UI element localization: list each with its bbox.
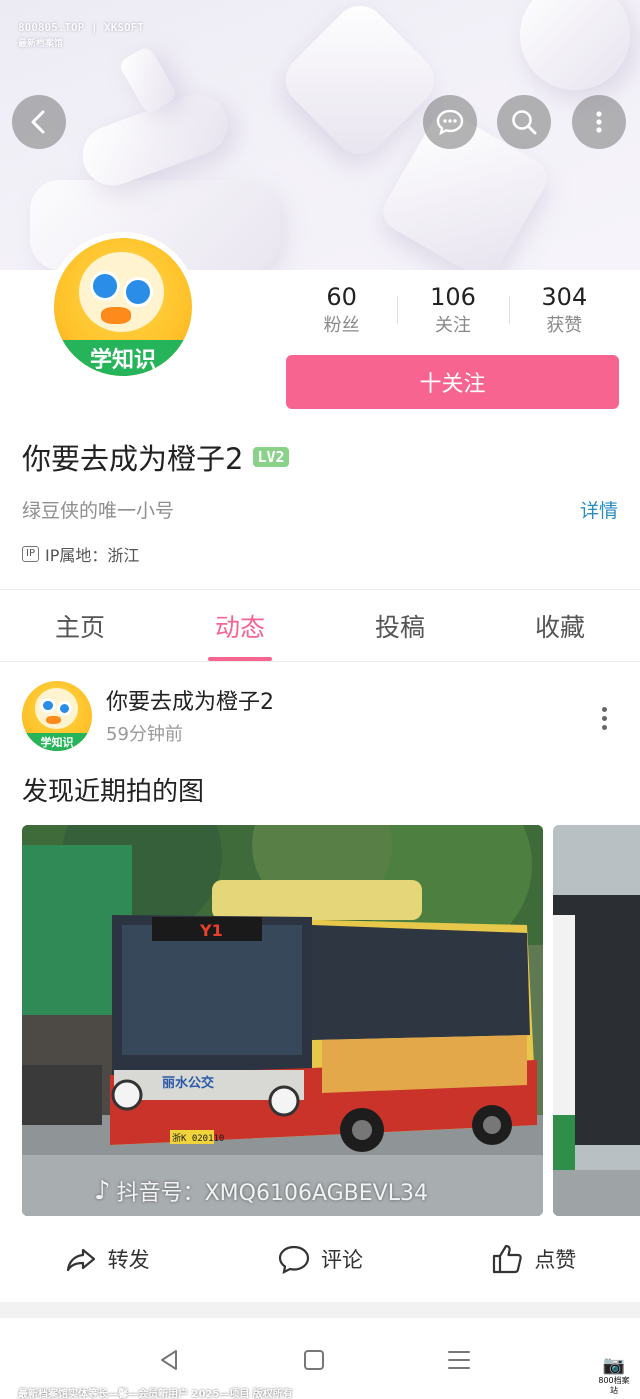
bus-photo-illustration: Y1 丽水公交 浙K 020110 xyxy=(22,825,543,1216)
comment-icon xyxy=(278,1245,310,1274)
post-photo-second[interactable] xyxy=(553,825,640,1216)
like-icon xyxy=(493,1244,523,1274)
second-photo-illustration xyxy=(553,825,640,1216)
back-icon xyxy=(31,110,45,134)
photo-watermark: ♪ 抖音号：XMQ6106AGBEVL34 xyxy=(94,1175,428,1207)
share-icon xyxy=(66,1248,95,1272)
square-home-icon xyxy=(304,1350,324,1370)
profile-tabs: 主页 动态 投稿 收藏 xyxy=(0,590,640,662)
ip-location-text: IP属地：浙江 xyxy=(44,546,140,565)
tab-submissions[interactable]: 投稿 xyxy=(320,590,480,661)
stat-label: 获赞 xyxy=(546,315,583,336)
stat-label: 关注 xyxy=(434,315,471,336)
more-vertical-icon xyxy=(596,111,602,133)
more-dot xyxy=(601,715,607,721)
tab-dynamics[interactable]: 动态 xyxy=(160,590,320,661)
watermark-line: 最新档案馆 xyxy=(18,39,64,49)
stat-value: 106 xyxy=(430,283,476,311)
system-home-button[interactable] xyxy=(286,1332,342,1388)
post-author-avatar[interactable]: 学知识 xyxy=(22,681,92,751)
banner-decoration xyxy=(275,0,445,165)
more-options-button[interactable] xyxy=(572,95,626,149)
stat-followers[interactable]: 60 粉丝 xyxy=(286,282,397,342)
tab-home[interactable]: 主页 xyxy=(0,590,160,661)
more-dot xyxy=(601,724,607,730)
watermark-logo: 📷 800档案站 xyxy=(596,1356,632,1396)
share-button[interactable]: 转发 xyxy=(0,1234,213,1284)
like-button[interactable]: 点赞 xyxy=(427,1234,640,1284)
bus-plate: 浙K 020110 xyxy=(172,1132,224,1144)
system-menu-button[interactable] xyxy=(431,1332,487,1388)
watermark-bottom: 最新档案馆实体等长—馨—会员新用户 2025—项目 版权所有 xyxy=(18,1389,293,1399)
follow-button[interactable]: 十关注 xyxy=(286,355,619,409)
tab-favorites[interactable]: 收藏 xyxy=(480,590,640,661)
post-text: 发现近期拍的图 xyxy=(22,777,205,807)
more-dot xyxy=(601,706,607,712)
message-icon xyxy=(436,109,464,136)
post-author-name[interactable]: 你要去成为橙子2 xyxy=(106,684,274,716)
tiktok-icon: ♪ xyxy=(94,1176,111,1206)
stat-value: 304 xyxy=(541,283,588,311)
watermark-top: 800805.TOP | XKSOFT 最新档案馆 xyxy=(18,20,144,52)
bus-route-sign: Y1 xyxy=(199,921,223,940)
share-label: 转发 xyxy=(107,1248,150,1272)
stat-likes[interactable]: 304 获赞 xyxy=(508,282,620,342)
camera-icon: 📷 xyxy=(602,1355,626,1376)
avatar-eye xyxy=(40,697,56,714)
profile-stats: 60 粉丝 106 关注 304 获赞 xyxy=(286,282,620,342)
profile-avatar[interactable]: 学知识 xyxy=(48,232,198,382)
post-more-button[interactable] xyxy=(592,700,616,736)
post-actions: 转发 评论 点赞 xyxy=(0,1234,640,1284)
watermark-logo-text: 800档案站 xyxy=(598,1376,630,1395)
triangle-back-icon xyxy=(161,1350,177,1370)
banner-decoration xyxy=(520,0,630,90)
back-button[interactable] xyxy=(12,95,66,149)
stat-following[interactable]: 106 关注 xyxy=(397,282,508,342)
stat-label: 粉丝 xyxy=(323,315,360,336)
photo-watermark-text: 抖音号：XMQ6106AGBEVL34 xyxy=(116,1181,428,1206)
profile-username: 你要去成为橙子2 xyxy=(22,442,244,476)
detail-link[interactable]: 详情 xyxy=(580,496,618,523)
avatar-image: 学知识 xyxy=(54,238,192,376)
post-timestamp: 59分钟前 xyxy=(106,724,183,745)
avatar-beak xyxy=(45,716,62,725)
comment-button[interactable]: 评论 xyxy=(213,1234,426,1284)
message-button[interactable] xyxy=(423,95,477,149)
level-badge: LV2 xyxy=(253,447,289,467)
post-photo-bus[interactable]: Y1 丽水公交 浙K 020110 xyxy=(22,825,543,1216)
watermark-line: 800805.TOP | XKSOFT xyxy=(18,21,144,34)
profile-bio: 绿豆侠的唯一小号 xyxy=(22,500,175,522)
section-divider xyxy=(0,1302,640,1318)
ip-location: IP IP属地：浙江 xyxy=(22,542,139,566)
menu-lines-icon xyxy=(448,1351,470,1369)
profile-username-row: 你要去成为橙子2 LV2 xyxy=(22,436,289,478)
ip-icon: IP xyxy=(22,546,39,562)
search-button[interactable] xyxy=(497,95,551,149)
avatar-beak xyxy=(100,307,132,324)
search-icon xyxy=(512,110,537,135)
like-label: 点赞 xyxy=(534,1248,577,1272)
stat-value: 60 xyxy=(326,283,357,311)
avatar-band-text: 学知识 xyxy=(54,340,192,376)
bus-side-text: 丽水公交 xyxy=(162,1075,214,1091)
avatar-band-text: 学知识 xyxy=(22,732,92,751)
comment-label: 评论 xyxy=(320,1248,363,1272)
system-back-button[interactable] xyxy=(141,1332,197,1388)
